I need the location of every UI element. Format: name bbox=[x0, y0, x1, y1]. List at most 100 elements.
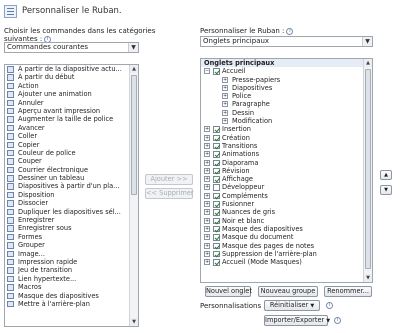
command-list-item[interactable]: Copier bbox=[5, 141, 138, 149]
collapse-icon[interactable]: − bbox=[204, 68, 210, 75]
expand-icon[interactable]: + bbox=[204, 250, 210, 257]
ribbon-tree-item[interactable]: + Presse-papiers bbox=[201, 76, 372, 84]
expand-icon[interactable]: + bbox=[204, 176, 210, 183]
ribbon-tree-item[interactable]: + Accueil (Mode Masques) bbox=[201, 258, 372, 266]
command-list-item[interactable]: Aperçu avant impression bbox=[5, 107, 138, 115]
expand-icon[interactable]: + bbox=[204, 192, 210, 199]
ribbon-tree-item[interactable]: + Paragraphe bbox=[201, 100, 372, 108]
command-list-item[interactable]: Image... bbox=[5, 250, 138, 258]
command-list-item[interactable]: Augmenter la taille de police bbox=[5, 115, 138, 123]
expand-icon[interactable]: + bbox=[222, 84, 228, 91]
tab-checkbox[interactable] bbox=[213, 176, 220, 183]
expand-icon[interactable]: + bbox=[204, 225, 210, 232]
ribbon-tree-item[interactable]: + Suppression de l'arrière-plan bbox=[201, 250, 372, 258]
import-export-button[interactable]: Importer/Exporter ▼ bbox=[264, 315, 330, 326]
expand-icon[interactable]: + bbox=[222, 109, 228, 116]
command-list-item[interactable]: Action bbox=[5, 82, 138, 90]
command-list-item[interactable]: Couper bbox=[5, 157, 138, 165]
add-button[interactable]: Ajouter >> bbox=[145, 174, 193, 185]
expand-icon[interactable]: + bbox=[204, 184, 210, 191]
ribbon-tree-item[interactable]: + Masque des pages de notes bbox=[201, 242, 372, 250]
expand-icon[interactable]: + bbox=[204, 259, 210, 266]
expand-icon[interactable]: + bbox=[222, 93, 228, 100]
tab-checkbox[interactable] bbox=[213, 250, 220, 258]
ribbon-tree-item[interactable]: + Affichage bbox=[201, 175, 372, 183]
remove-button[interactable]: << Supprimer bbox=[145, 188, 194, 199]
command-list-item[interactable]: Couleur de police▶ bbox=[5, 149, 138, 157]
expand-icon[interactable]: + bbox=[204, 126, 210, 133]
command-list-item[interactable]: Formes▶ bbox=[5, 233, 138, 241]
ribbon-tree-item[interactable]: + Fusionner bbox=[201, 200, 372, 208]
command-list-item[interactable]: Grouper bbox=[5, 241, 138, 249]
ribbon-tree-item[interactable]: + Modification bbox=[201, 117, 372, 125]
tab-checkbox[interactable] bbox=[213, 151, 220, 158]
ribbon-tree-item[interactable]: + Révision bbox=[201, 167, 372, 175]
ribbon-tree-item[interactable]: + Masque des diapositives bbox=[201, 225, 372, 233]
tab-checkbox[interactable] bbox=[213, 68, 220, 75]
reset-button[interactable]: Réinitialiser ▼ bbox=[264, 300, 320, 311]
chevron-down-icon[interactable]: ▼ bbox=[128, 43, 138, 52]
ribbon-tree-item[interactable]: + Police bbox=[201, 92, 372, 100]
command-list-item[interactable]: Diapositives à partir d'un pla... bbox=[5, 182, 138, 190]
tab-checkbox[interactable] bbox=[213, 159, 220, 167]
ribbon-tabs-select[interactable]: Onglets principaux ▼ bbox=[200, 36, 373, 47]
commands-category-select[interactable]: Commandes courantes ▼ bbox=[4, 42, 139, 53]
ribbon-tree-item[interactable]: + Développeur bbox=[201, 183, 372, 191]
command-list-item[interactable]: Macros bbox=[5, 283, 138, 291]
command-list-item[interactable]: Dessiner un tableau bbox=[5, 174, 138, 182]
command-list-item[interactable]: Mettre à l'arrière-plan bbox=[5, 300, 138, 308]
expand-icon[interactable]: + bbox=[204, 209, 210, 216]
command-list-item[interactable]: Enregistrer sous bbox=[5, 224, 138, 232]
tab-checkbox[interactable] bbox=[213, 167, 220, 175]
expand-icon[interactable]: + bbox=[204, 159, 210, 166]
command-list-item[interactable]: Masque des diapositives bbox=[5, 292, 138, 300]
ribbon-tree-item[interactable]: + Dessin bbox=[201, 109, 372, 117]
tab-checkbox[interactable] bbox=[213, 184, 220, 191]
command-list-item[interactable]: Annuler▶ bbox=[5, 99, 138, 107]
command-list-item[interactable]: Lien hypertexte... bbox=[5, 275, 138, 283]
commands-list[interactable]: À partir de la diapositive actu... À part… bbox=[4, 64, 139, 327]
command-list-item[interactable]: Coller bbox=[5, 132, 138, 140]
ribbon-tree-item[interactable]: + Masque du document bbox=[201, 233, 372, 241]
rename-button[interactable]: Renommer... bbox=[324, 286, 372, 297]
scroll-up-icon[interactable]: ▲ bbox=[130, 65, 138, 73]
tab-checkbox[interactable] bbox=[213, 134, 220, 142]
expand-icon[interactable]: + bbox=[222, 101, 228, 108]
expand-icon[interactable]: + bbox=[204, 234, 210, 241]
expand-icon[interactable]: + bbox=[204, 242, 210, 249]
ribbon-tree-item[interactable]: + Animations bbox=[201, 150, 372, 158]
scroll-down-icon[interactable]: ▼ bbox=[364, 274, 372, 282]
tab-checkbox[interactable] bbox=[213, 142, 220, 150]
command-list-item[interactable]: Avancer bbox=[5, 124, 138, 132]
tab-checkbox[interactable] bbox=[213, 126, 220, 133]
ribbon-tree-item[interactable]: + Compléments bbox=[201, 192, 372, 200]
scroll-up-icon[interactable]: ▲ bbox=[364, 59, 372, 67]
command-list-item[interactable]: Enregistrer bbox=[5, 216, 138, 224]
tab-checkbox[interactable] bbox=[213, 201, 220, 208]
commands-list-scrollbar[interactable]: ▲ ▼ bbox=[129, 65, 138, 326]
ribbon-tabs-tree[interactable]: Onglets principaux − Accueil + Presse-papie… bbox=[200, 58, 373, 283]
ribbon-tree-item[interactable]: + Diapositives bbox=[201, 84, 372, 92]
ribbon-tree-item[interactable]: + Noir et blanc bbox=[201, 217, 372, 225]
move-down-button[interactable]: ▼ bbox=[380, 185, 392, 195]
scroll-thumb[interactable] bbox=[131, 75, 137, 195]
tab-checkbox[interactable] bbox=[213, 259, 220, 266]
ribbon-tree-item[interactable]: − Accueil bbox=[201, 67, 372, 75]
new-tab-button[interactable]: Nouvel onglet bbox=[205, 286, 252, 297]
ribbon-tree-item[interactable]: + Création bbox=[201, 134, 372, 142]
tab-checkbox[interactable] bbox=[213, 209, 220, 216]
new-group-button[interactable]: Nouveau groupe bbox=[258, 286, 318, 297]
expand-icon[interactable]: + bbox=[222, 76, 228, 83]
tab-checkbox[interactable] bbox=[213, 192, 220, 200]
command-list-item[interactable]: Jeu de transition▶ bbox=[5, 266, 138, 274]
expand-icon[interactable]: + bbox=[222, 118, 228, 125]
ribbon-tree-item[interactable]: + Diaporama bbox=[201, 159, 372, 167]
scroll-down-icon[interactable]: ▼ bbox=[130, 318, 138, 326]
tab-checkbox[interactable] bbox=[213, 217, 220, 225]
ribbon-tree-item[interactable]: + Nuances de gris bbox=[201, 208, 372, 216]
chevron-down-icon[interactable]: ▼ bbox=[362, 37, 372, 46]
tab-checkbox[interactable] bbox=[213, 225, 220, 233]
expand-icon[interactable]: + bbox=[204, 217, 210, 224]
expand-icon[interactable]: + bbox=[204, 167, 210, 174]
expand-icon[interactable]: + bbox=[204, 201, 210, 208]
